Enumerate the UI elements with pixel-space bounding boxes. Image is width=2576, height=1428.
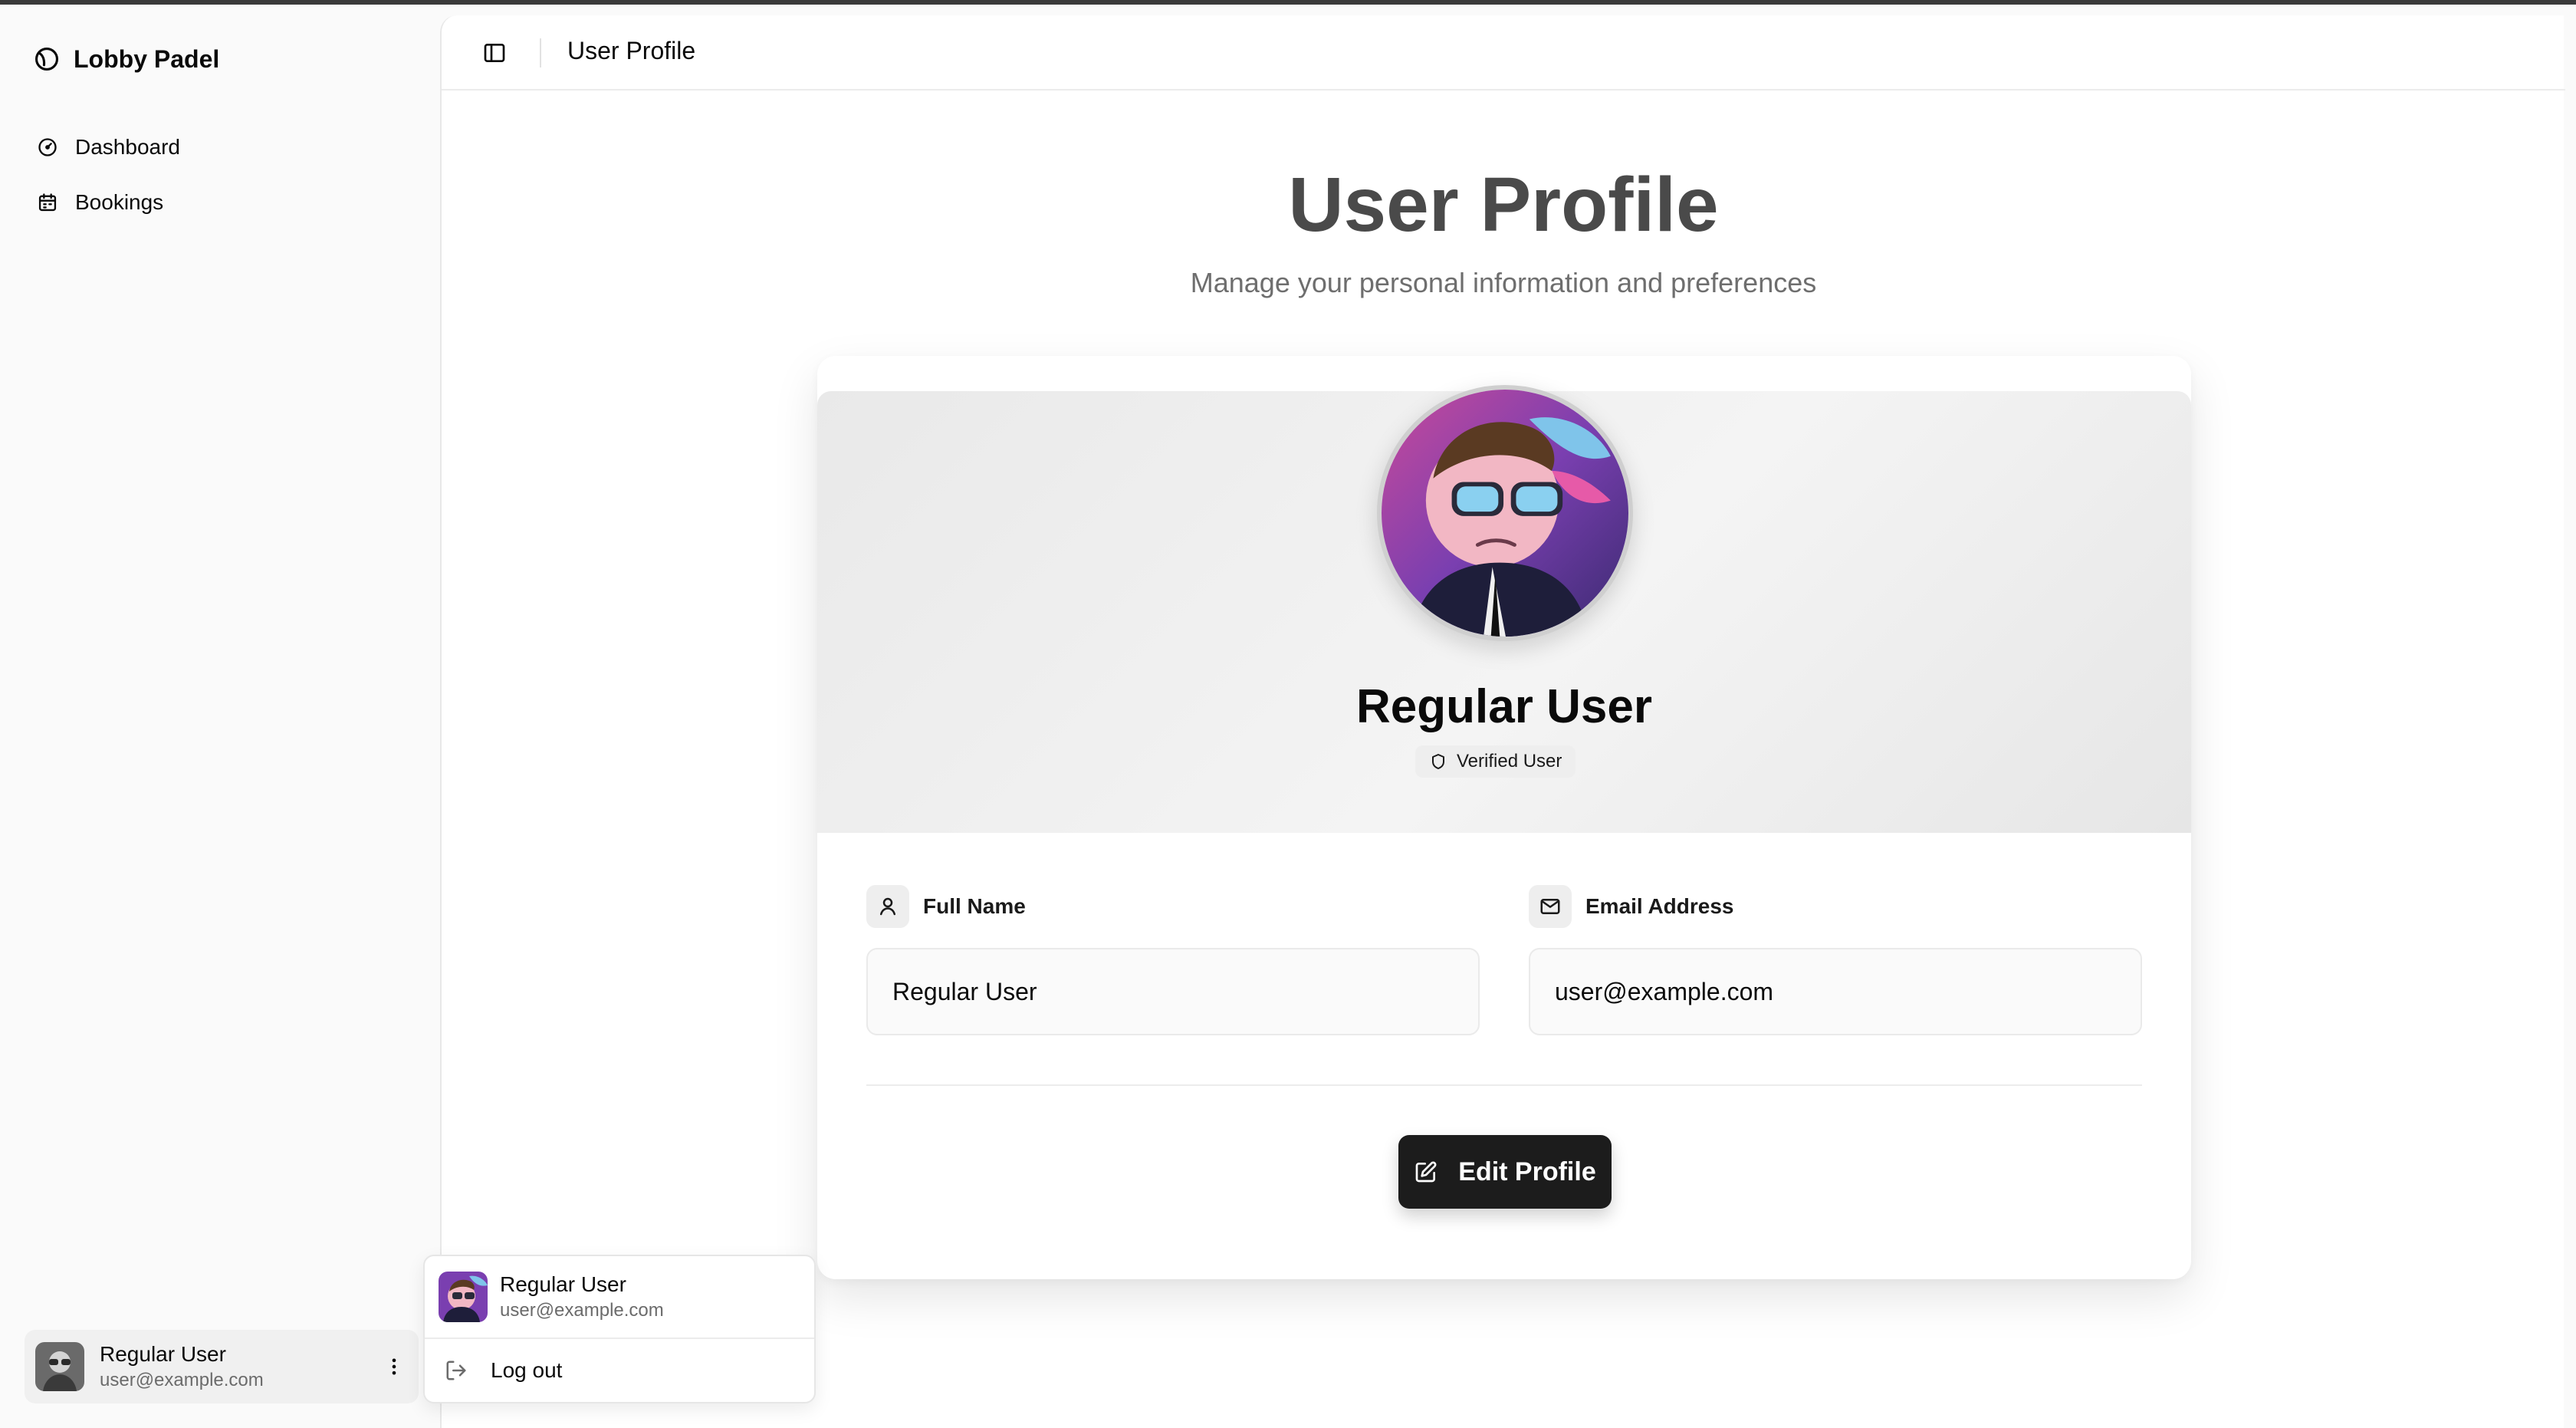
profile-banner: Regular User Verified User xyxy=(817,385,2191,833)
header-title: User Profile xyxy=(567,37,696,64)
profile-card: Regular User Verified User Full Name Reg… xyxy=(817,356,2191,1279)
avatar xyxy=(439,1272,488,1322)
logo-icon xyxy=(34,47,59,71)
sidebar-item-label: Dashboard xyxy=(75,135,180,159)
page-subtitle: Manage your personal information and pre… xyxy=(1190,267,1817,298)
status-badge: Verified User xyxy=(1415,745,1576,778)
profile-avatar[interactable] xyxy=(1377,385,1633,641)
email-label-row: Email Address xyxy=(1529,885,2142,928)
logout-menu-item[interactable]: Log out xyxy=(425,1339,814,1402)
sidebar-item-label: Bookings xyxy=(75,190,164,214)
profile-name: Regular User xyxy=(1356,680,1652,733)
sidebar-user-button[interactable]: Regular User user@example.com xyxy=(25,1330,419,1403)
edit-profile-button[interactable]: Edit Profile xyxy=(1398,1135,1612,1209)
sidebar-toggle-button[interactable] xyxy=(480,38,509,67)
user-menu-header: Regular User user@example.com xyxy=(425,1256,814,1339)
email-value[interactable]: user@example.com xyxy=(1529,948,2142,1035)
shield-icon xyxy=(1432,754,1444,769)
page-title: User Profile xyxy=(1288,162,1719,248)
gauge-icon xyxy=(38,138,57,156)
user-menu-name: Regular User xyxy=(500,1272,626,1296)
full-name-value[interactable]: Regular User xyxy=(866,948,1480,1035)
sidebar-user-meta: Regular User user@example.com xyxy=(100,1341,365,1392)
edit-profile-label: Edit Profile xyxy=(1458,1157,1596,1186)
sidebar-nav: Dashboard Bookings xyxy=(25,120,416,230)
full-name-label: Full Name xyxy=(923,894,1026,918)
edit-icon xyxy=(1415,1161,1437,1183)
sidebar: Lobby Padel Dashboard Bookings Regular U… xyxy=(0,5,440,1428)
status-badge-label: Verified User xyxy=(1457,751,1562,772)
more-vertical-icon[interactable] xyxy=(380,1353,408,1380)
card-divider xyxy=(866,1084,2142,1086)
sidebar-item-bookings[interactable]: Bookings xyxy=(25,175,416,230)
header-divider xyxy=(540,38,541,67)
full-name-field: Full Name Regular User xyxy=(866,885,1480,1035)
email-label: Email Address xyxy=(1585,894,1734,918)
logout-icon xyxy=(446,1361,466,1380)
sidebar-user-email: user@example.com xyxy=(100,1370,264,1391)
full-name-label-row: Full Name xyxy=(866,885,1480,928)
user-icon xyxy=(866,885,909,928)
brand-name: Lobby Padel xyxy=(74,44,220,73)
main-panel: User Profile User Profile Manage your pe… xyxy=(440,15,2565,1428)
user-menu-popup: Regular User user@example.com Log out xyxy=(423,1255,816,1403)
sidebar-user-name: Regular User xyxy=(100,1341,226,1366)
brand[interactable]: Lobby Padel xyxy=(34,38,219,80)
logout-label: Log out xyxy=(491,1358,563,1382)
top-header: User Profile xyxy=(442,15,2565,90)
sidebar-toggle-icon xyxy=(484,44,505,62)
mail-icon xyxy=(1529,885,1572,928)
calendar-icon xyxy=(38,193,57,212)
user-menu-email: user@example.com xyxy=(500,1300,664,1321)
email-field: Email Address user@example.com xyxy=(1529,885,2142,1035)
user-menu-meta: Regular User user@example.com xyxy=(500,1272,800,1322)
avatar xyxy=(35,1342,84,1391)
sidebar-item-dashboard[interactable]: Dashboard xyxy=(25,120,416,175)
